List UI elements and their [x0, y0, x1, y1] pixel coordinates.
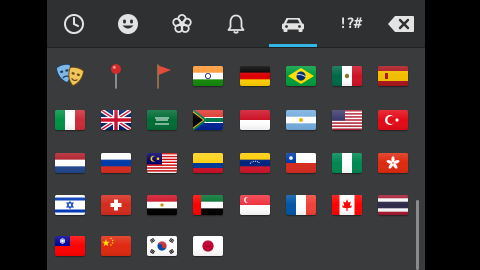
emoji-key-flag-china[interactable] — [93, 226, 139, 266]
flag-united-kingdom-icon — [101, 110, 131, 130]
clock-icon — [64, 13, 84, 34]
emoji-key-flag-brazil[interactable] — [278, 56, 324, 96]
tab-recent[interactable] — [47, 0, 101, 47]
emoji-key-flag-egypt[interactable] — [139, 185, 185, 225]
flag-singapore-icon — [240, 195, 270, 215]
emoji-key-flag-india[interactable] — [185, 56, 231, 96]
emoji-key-flag-saudi-arabia[interactable] — [139, 100, 185, 140]
bell-icon — [227, 14, 245, 34]
emoji-key-flag-mexico[interactable] — [324, 56, 370, 96]
flag-hong-kong-icon — [378, 153, 408, 173]
flag-venezuela-icon — [240, 153, 270, 173]
emoji-category-bar: !?# — [47, 0, 425, 48]
flag-germany-icon — [240, 66, 270, 86]
right-margin — [433, 0, 480, 270]
screen: !?# — [0, 0, 480, 270]
flag-canada-icon — [332, 195, 362, 215]
smiley-icon — [118, 13, 138, 34]
emoji-key-flag-russia[interactable] — [93, 143, 139, 183]
emoji-key-flag-united-states[interactable] — [324, 100, 370, 140]
flag-brazil-icon — [286, 66, 316, 86]
flag-spain-icon — [378, 66, 408, 86]
flag-taiwan-icon — [55, 236, 85, 256]
emoji-key-flag-canada[interactable] — [324, 185, 370, 225]
emoji-key-flag-switzerland[interactable] — [93, 185, 139, 225]
emoji-key-flag-colombia[interactable] — [185, 143, 231, 183]
symbols-icon: !?# — [338, 15, 362, 32]
flag-indonesia-icon — [240, 110, 270, 130]
emoji-key-flag-hong-kong[interactable] — [370, 143, 416, 183]
triangular-flag-icon — [157, 64, 171, 89]
flag-south-korea-icon — [147, 236, 177, 256]
flower-icon — [172, 13, 192, 33]
emoji-key-flag-indonesia[interactable] — [232, 100, 278, 140]
flag-egypt-icon — [147, 195, 177, 215]
scrollbar-thumb[interactable] — [416, 200, 419, 270]
flag-chile-icon — [286, 153, 316, 173]
flag-mexico-icon — [332, 66, 362, 86]
emoji-key-performing-arts[interactable] — [47, 56, 93, 96]
flag-nigeria-icon — [332, 153, 362, 173]
tab-smileys[interactable] — [101, 0, 155, 47]
flag-france-icon — [286, 195, 316, 215]
emoji-key-flag-israel[interactable] — [47, 185, 93, 225]
flag-china-icon — [101, 236, 131, 256]
emoji-keyboard: !?# — [47, 0, 425, 270]
emoji-key-flag-spain[interactable] — [370, 56, 416, 96]
flag-malaysia-icon — [147, 153, 177, 173]
active-tab-indicator — [269, 44, 317, 47]
emoji-key-flag-nigeria[interactable] — [324, 143, 370, 183]
emoji-grid — [47, 48, 425, 270]
flag-israel-icon — [55, 195, 85, 215]
tab-nature[interactable] — [155, 0, 209, 47]
emoji-key-flag-chile[interactable] — [278, 143, 324, 183]
emoji-key-flag-netherlands[interactable] — [47, 143, 93, 183]
emoji-key-flag-venezuela[interactable] — [232, 143, 278, 183]
emoji-key-flag-argentina[interactable] — [278, 100, 324, 140]
flag-united-arab-emirates-icon — [193, 195, 223, 215]
flag-south-africa-icon — [193, 110, 223, 130]
emoji-key-flag-united-arab-emirates[interactable] — [185, 185, 231, 225]
emoji-key-flag-south-africa[interactable] — [185, 100, 231, 140]
emoji-key-flag-united-kingdom[interactable] — [93, 100, 139, 140]
emoji-key-flag-singapore[interactable] — [232, 185, 278, 225]
tab-symbols[interactable]: !?# — [323, 0, 377, 47]
flag-turkey-icon — [378, 110, 408, 130]
flag-russia-icon — [101, 153, 131, 173]
emoji-key-flag-malaysia[interactable] — [139, 143, 185, 183]
emoji-key-flag-south-korea[interactable] — [139, 226, 185, 266]
flag-united-states-icon — [332, 110, 362, 130]
tab-places[interactable] — [263, 0, 323, 47]
flag-netherlands-icon — [55, 153, 85, 173]
car-icon — [282, 17, 304, 32]
flag-colombia-icon — [193, 153, 223, 173]
flag-italy-icon — [55, 110, 85, 130]
flag-india-icon — [193, 66, 223, 86]
emoji-key-flag-france[interactable] — [278, 185, 324, 225]
backspace-icon — [388, 15, 414, 32]
flag-saudi-arabia-icon — [147, 110, 177, 130]
emoji-key-flag-italy[interactable] — [47, 100, 93, 140]
emoji-key-flag-thailand[interactable] — [370, 185, 416, 225]
emoji-key-triangular-flag[interactable] — [139, 56, 185, 96]
round-pushpin-icon — [111, 64, 121, 89]
emoji-key-flag-japan[interactable] — [185, 226, 231, 266]
emoji-key-flag-taiwan[interactable] — [47, 226, 93, 266]
flag-switzerland-icon — [101, 195, 131, 215]
emoji-key-flag-germany[interactable] — [232, 56, 278, 96]
flag-japan-icon — [193, 236, 223, 256]
performing-arts-icon — [55, 63, 85, 87]
delete-button[interactable] — [377, 0, 425, 47]
tab-objects[interactable] — [209, 0, 263, 47]
left-margin — [0, 0, 47, 270]
emoji-key-flag-turkey[interactable] — [370, 100, 416, 140]
emoji-key-round-pushpin[interactable] — [93, 56, 139, 96]
flag-argentina-icon — [286, 110, 316, 130]
flag-thailand-icon — [378, 195, 408, 215]
